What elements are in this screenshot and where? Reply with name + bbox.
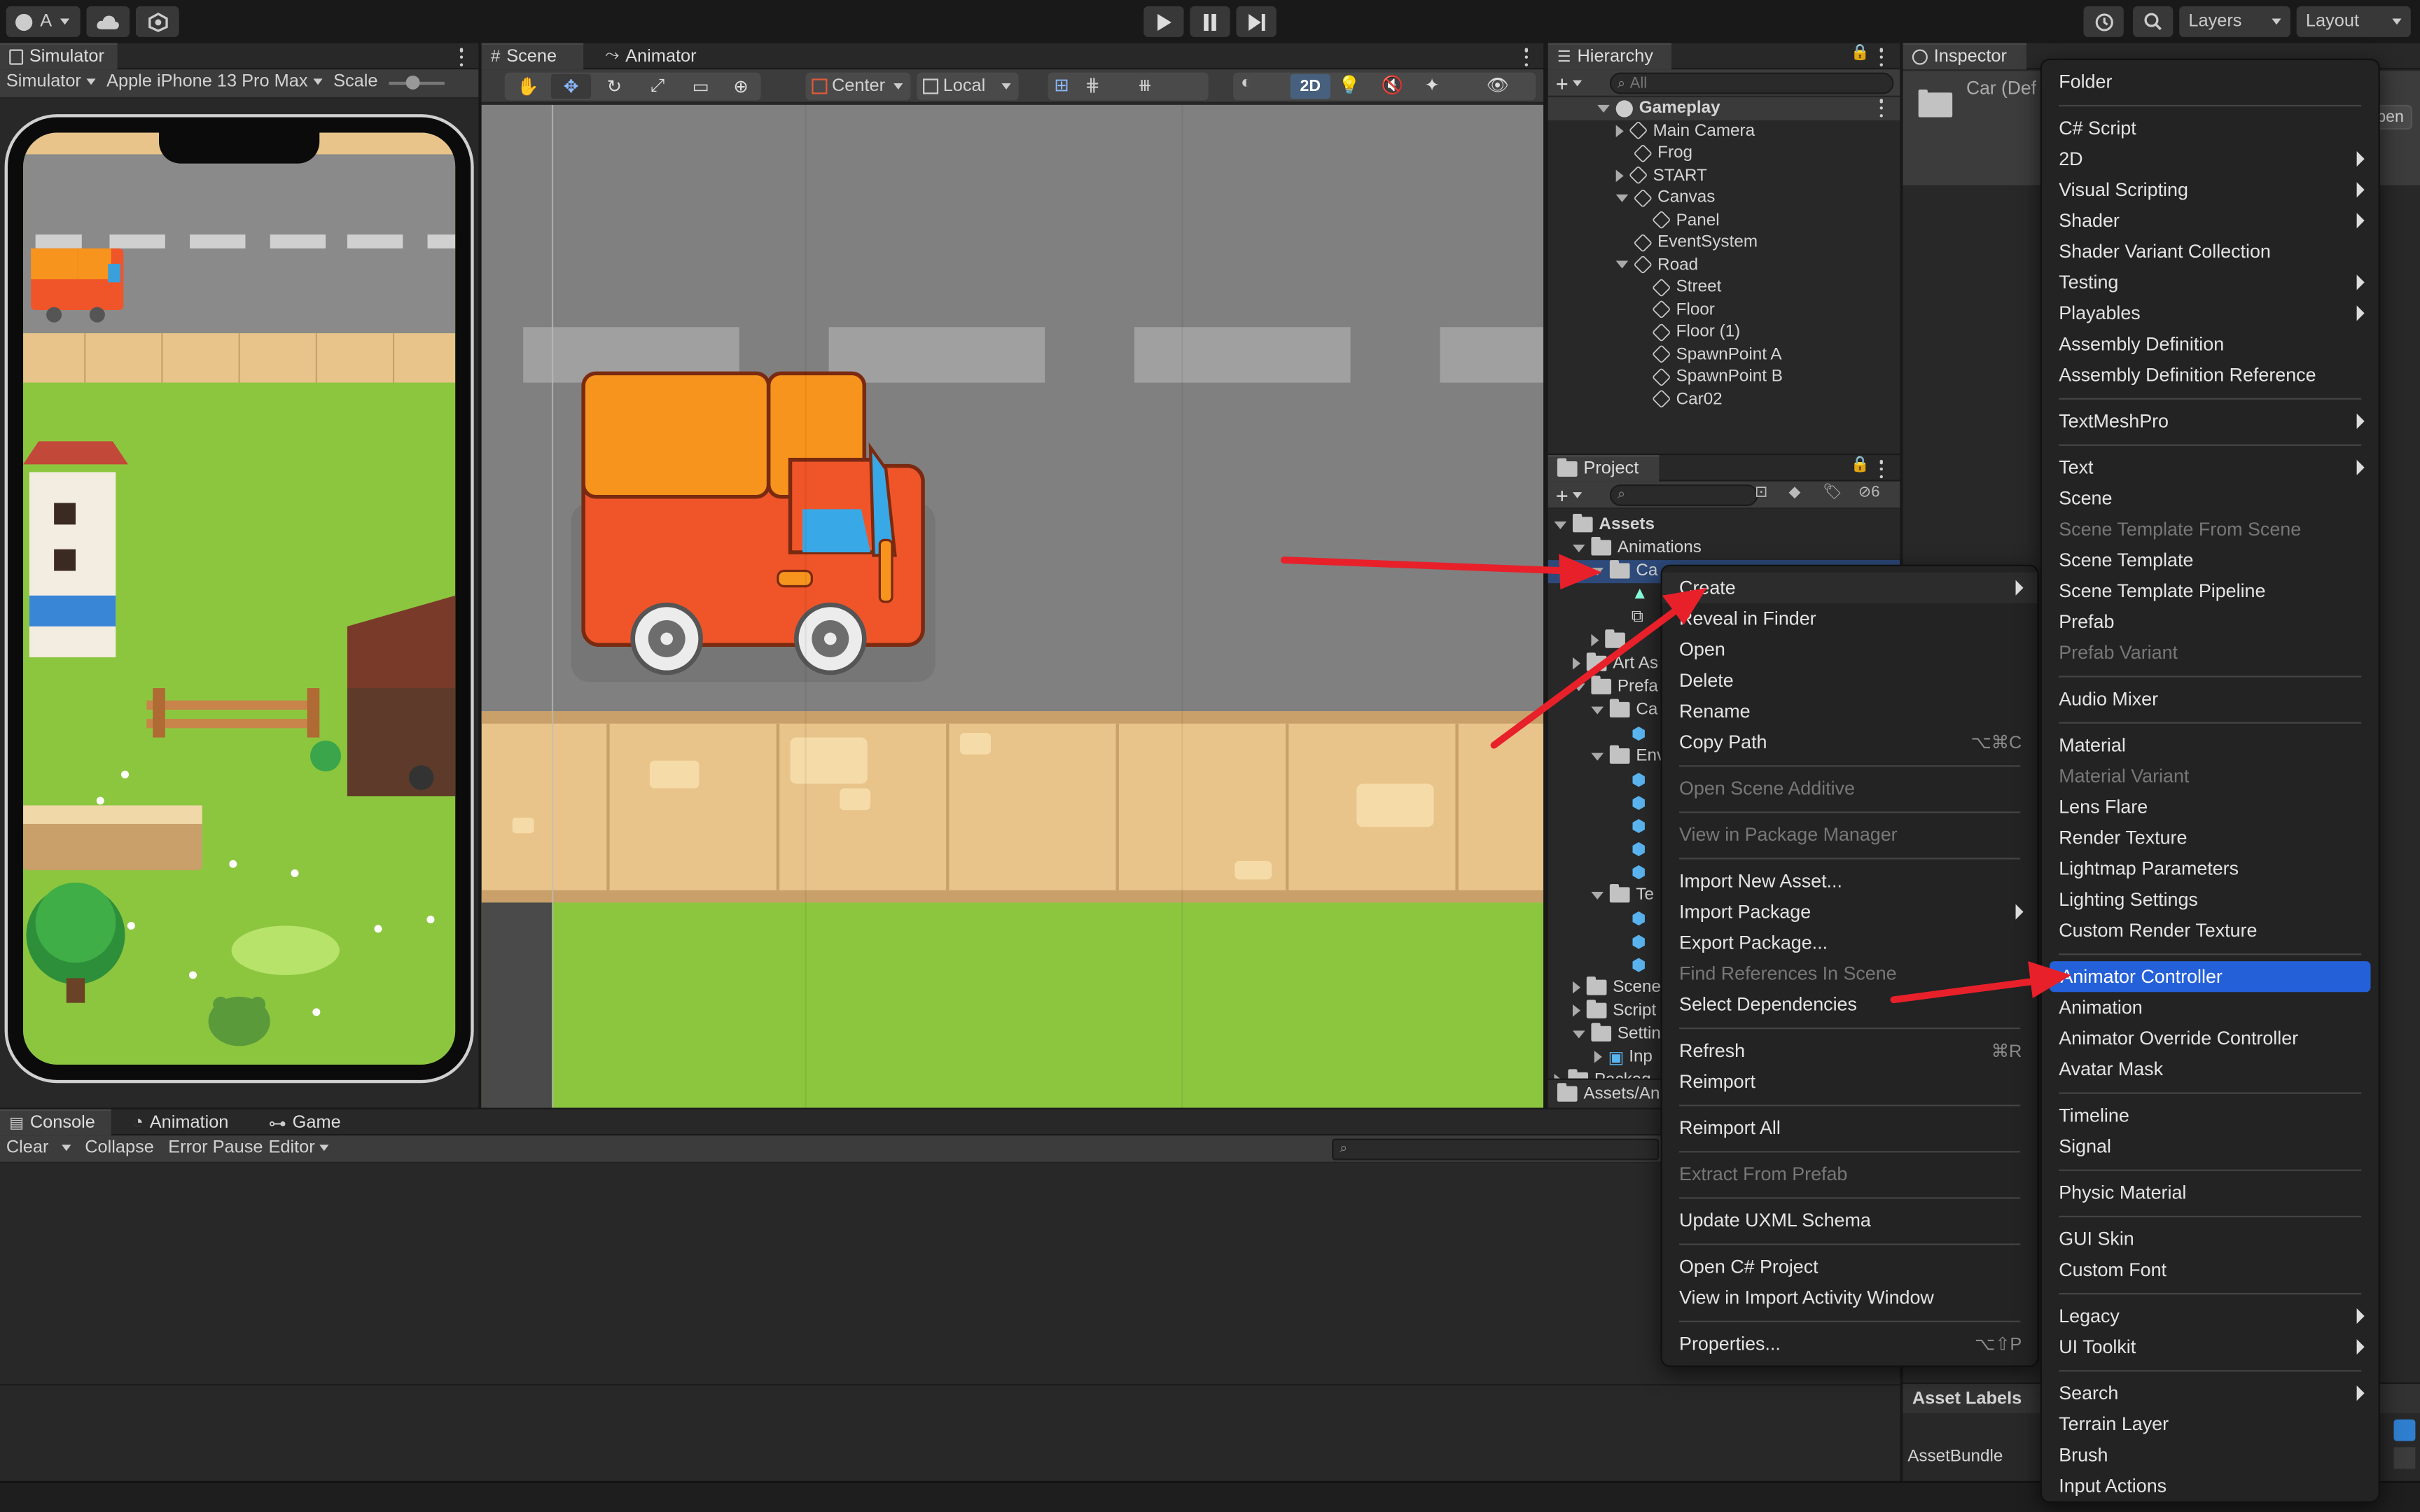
red-arrow-to-animator-controller bbox=[1890, 961, 2071, 1004]
annotation-arrows bbox=[1280, 554, 2071, 1004]
red-arrow-to-folder bbox=[1280, 554, 1602, 589]
red-arrow-to-create bbox=[1490, 587, 1707, 749]
